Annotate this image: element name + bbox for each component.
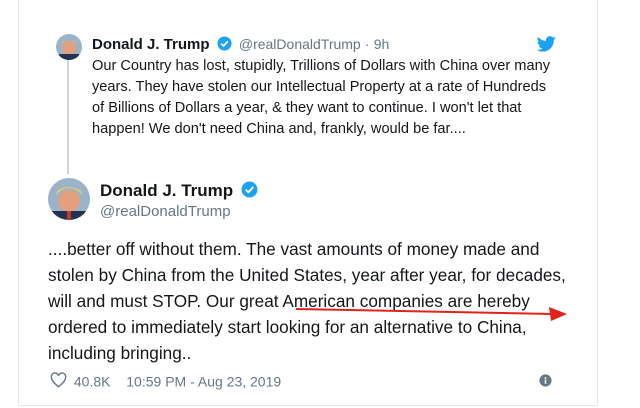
- tweet-text: ....better off without them. The vast am…: [48, 239, 566, 363]
- author-avatar[interactable]: [48, 178, 90, 220]
- quoted-separator: ·: [364, 36, 370, 52]
- author-name[interactable]: Donald J. Trump: [100, 181, 233, 200]
- quoted-author-handle[interactable]: @realDonaldTrump: [239, 36, 361, 52]
- quoted-tweet-header: Donald J. Trump @realDonaldTrump · 9h: [92, 36, 389, 55]
- like-count[interactable]: 40.8K: [74, 374, 111, 390]
- quoted-avatar[interactable]: [56, 34, 82, 60]
- verified-badge-icon: [217, 36, 232, 55]
- heart-icon[interactable]: [50, 372, 67, 391]
- twitter-bird-icon[interactable]: [536, 36, 556, 57]
- thread-connector-line: [67, 58, 69, 174]
- info-icon[interactable]: [539, 374, 552, 392]
- tweet-footer: 40.8K 10:59 PM - Aug 23, 2019: [50, 372, 281, 391]
- author-handle[interactable]: @realDonaldTrump: [100, 203, 231, 220]
- quoted-time[interactable]: 9h: [374, 36, 390, 52]
- quoted-author-name[interactable]: Donald J. Trump: [92, 36, 210, 53]
- verified-badge-icon: [241, 181, 258, 203]
- tweet-timestamp[interactable]: 10:59 PM - Aug 23, 2019: [126, 374, 281, 390]
- quoted-tweet-text: Our Country has lost, stupidly, Trillion…: [92, 58, 550, 137]
- author-name-row: Donald J. Trump: [100, 181, 261, 203]
